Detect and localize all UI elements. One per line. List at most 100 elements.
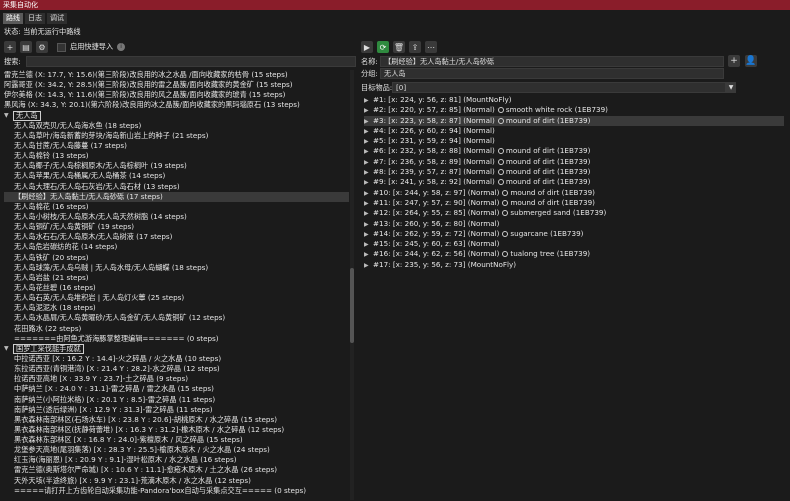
play-icon: ▶ [363, 42, 371, 52]
route-row[interactable]: 东拉诺西亚(青铜港湾) [X : 21.4 Y : 28.2]-水之碎晶 (12… [4, 364, 349, 374]
step-row[interactable]: ▶ #15: [x: 245, y: 60, z: 63] (Normal) [364, 239, 784, 249]
group-header-achievement[interactable]: ▼ 国罗工采伐能手成就 [4, 343, 349, 354]
route-row-selected[interactable]: 【刷经验】无人岛黏土/无人岛砂砾 (17 steps) [4, 191, 349, 202]
step-row[interactable]: ▶ #7: [x: 236, y: 58, z: 89] (Normal) moun… [364, 157, 784, 167]
import-button[interactable]: ▤ [20, 41, 32, 53]
step-marker: mound of dirt (1EB739) [505, 156, 591, 166]
group-input[interactable]: 无人岛 [380, 68, 724, 79]
step-marker: submerged sand (1EB739) [510, 208, 607, 218]
add-player-position-button[interactable]: 👤 [745, 55, 757, 67]
step-text: #15: [x: 245, y: 60, z: 63] (Normal) [373, 239, 500, 249]
step-text: #11: [x: 247, y: 57, z: 90] (Normal) [373, 197, 500, 207]
route-row[interactable]: 无人岛花丝碧 (16 steps) [4, 283, 349, 293]
route-row[interactable]: 黑衣森林东部林区 [X : 16.8 Y : 24.0]-紫檀原木 / 风之碎晶… [4, 435, 349, 445]
list-scrollbar-thumb[interactable] [350, 268, 354, 343]
auto-import-checkbox[interactable] [57, 42, 66, 52]
step-row[interactable]: ▶ #12: [x: 264, y: 55, z: 85] (Normal) sub… [364, 208, 784, 218]
info-icon[interactable]: i [117, 43, 126, 51]
step-text: #4: [x: 226, y: 60, z: 94] (Normal) [373, 125, 495, 135]
route-row[interactable]: 龙堡参天高地(尾羽集落) [X : 28.3 Y : 25.5]-榆原木原木 /… [4, 445, 349, 455]
name-input[interactable]: 【刷经验】无人岛黏土/无人岛砂砾 [380, 56, 724, 67]
tab-routes[interactable]: 路线 [3, 13, 23, 24]
route-row[interactable]: 无人岛泥泥水 (18 steps) [4, 303, 349, 313]
route-row[interactable]: 无人岛石英/无人岛堆积岩 | 无人岛灯火蕈 (25 steps) [4, 293, 349, 303]
route-row[interactable]: 无人岛危岩碳纺的花 (14 steps) [4, 242, 349, 252]
route-row[interactable]: 无人岛岩盐 (21 steps) [4, 273, 349, 283]
route-row[interactable]: 无人岛水晶屑/无人岛黄曜砂/无人岛金矿/无人岛黄铜矿 (12 steps) [4, 313, 349, 323]
step-row[interactable]: ▶ #14: [x: 262, y: 59, z: 72] (Normal) sug… [364, 229, 784, 239]
run-button[interactable]: ▶ [361, 41, 373, 53]
route-row[interactable]: 伊尔美格 (X: 14.3, Y: 11.6)(第三阶段)改良用的风之晶簇/面向… [4, 90, 349, 100]
route-row[interactable]: 雷克兰德 (X: 17.7, Y: 15.6)(第三阶段)改良用的冰之水晶 /面… [4, 70, 349, 80]
route-row[interactable]: 无人岛棉花 (16 steps) [4, 202, 349, 212]
more-button[interactable]: ⋯ [425, 41, 437, 53]
route-row[interactable]: 无人岛椰子/无人岛棕榈原木/无人岛棕榈叶 (19 steps) [4, 161, 349, 171]
step-row[interactable]: ▶ #6: [x: 232, y: 58, z: 88] (Normal) moun… [364, 146, 784, 156]
paste-icon: ▤ [22, 42, 30, 52]
delete-button[interactable]: 🗑 [393, 41, 405, 53]
refresh-icon: ⟳ [379, 42, 387, 52]
chevron-down-icon[interactable]: ▼ [726, 82, 736, 93]
route-row[interactable]: 拉诺西亚高地 [X : 33.9 Y : 23.7]-土之碎晶 (9 steps… [4, 374, 349, 384]
settings-button[interactable]: ⚙ [36, 41, 48, 53]
route-row[interactable]: =======由阿鱼尤游海豚掌整理编辑======= (0 steps) [4, 334, 349, 344]
tab-bar: 路线 日志 调试 [0, 13, 67, 24]
route-row[interactable]: 无人岛苹果/无人岛桶属/无人岛桶茶 (14 steps) [4, 171, 349, 181]
step-row[interactable]: ▶ #5: [x: 231, y: 59, z: 94] (Normal) [364, 136, 784, 146]
route-row[interactable]: 红玉海(海丽恩) [X : 20.9 Y : 9.1]-湿叶松原木 / 水之水晶… [4, 455, 349, 465]
route-row[interactable]: 黑风海 (X: 34.3, Y: 20.1)(第六阶段)改良用的冰之晶簇/面向收… [4, 100, 349, 110]
route-row[interactable]: 阿露哥亚 (X: 34.2, Y: 28.5)(第三阶段)改良用的雷之晶簇/面向… [4, 80, 349, 90]
route-row[interactable]: 黑衣森林南部林区(抚静荷蕾堆) [X : 16.3 Y : 31.2]-橡木原木… [4, 425, 349, 435]
group-header-island[interactable]: ▼ 无人岛 [4, 110, 349, 121]
step-row[interactable]: ▶ #2: [x: 220, y: 57, z: 85] (Normal) smoo… [364, 105, 784, 115]
step-row[interactable]: ▶ #9: [x: 241, y: 58, z: 92] (Normal) moun… [364, 177, 784, 187]
route-row[interactable]: 无人岛草叶/海岛新蓄的芽块/海岛新山岩上的种子 (21 steps) [4, 131, 349, 141]
route-row[interactable]: 南萨纳兰(透后绿洲) [X : 12.9 Y : 31.3]-雷之碎晶 (11 … [4, 405, 349, 415]
route-row[interactable]: 无人岛铜矿/无人岛黄铜矿 (19 steps) [4, 222, 349, 232]
route-row[interactable]: 中萨纳兰 [X : 24.0 Y : 31.1]-雷之碎晶 / 雷之水晶 (15… [4, 384, 349, 394]
route-row[interactable]: 无人岛棉铃 (13 steps) [4, 151, 349, 161]
step-row[interactable]: ▶ #4: [x: 226, y: 60, z: 94] (Normal) [364, 126, 784, 136]
add-route-button[interactable]: + [4, 41, 16, 53]
tab-debug[interactable]: 调试 [47, 13, 67, 24]
route-row[interactable]: 无人岛双壳贝/无人岛海水鱼 (18 steps) [4, 121, 349, 131]
route-row[interactable]: 无人岛小树枝/无人岛原木/无人岛天然树脂 (14 steps) [4, 212, 349, 222]
route-row[interactable]: 南萨纳兰(小阿拉米格) [X : 20.1 Y : 8.5]-雷之碎晶 (11 … [4, 395, 349, 405]
route-row[interactable]: 无人岛水石石/无人岛原木/无人岛树液 (17 steps) [4, 232, 349, 242]
export-button[interactable]: ⇪ [409, 41, 421, 53]
route-row[interactable]: 雷克兰德(奥斯塔尔严命城) [X : 10.6 Y : 11.1]-愈疮木原木 … [4, 465, 349, 475]
step-text: #16: [x: 244, y: 62, z: 56] (Normal) [373, 249, 500, 259]
window-title: 采集自动化 [3, 1, 38, 9]
route-row[interactable]: 无人岛铁矿 (20 steps) [4, 253, 349, 263]
step-text: #5: [x: 231, y: 59, z: 94] (Normal) [373, 136, 495, 146]
step-row[interactable]: ▶ #8: [x: 239, y: 57, z: 87] (Normal) moun… [364, 167, 784, 177]
route-row[interactable]: 中拉诺西亚 [X : 16.2 Y : 14.4]-火之碎晶 / 火之水晶 (1… [4, 354, 349, 364]
step-row[interactable]: ▶ #13: [x: 260, y: 56, z: 80] (Normal) [364, 219, 784, 229]
search-input[interactable] [26, 56, 356, 67]
step-row[interactable]: ▶ #11: [x: 247, y: 57, z: 90] (Normal) mou… [364, 198, 784, 208]
route-row[interactable]: 无人岛球藻/无人岛乌贼 | 无人岛水母/无人岛蝴蝶 (18 steps) [4, 263, 349, 273]
step-text: #7: [x: 236, y: 58, z: 89] (Normal) [373, 156, 495, 166]
route-row[interactable]: 天外天垓(半途终旅) [X : 9.9 Y : 23.1]-荒滴木原木 / 水之… [4, 476, 349, 486]
route-row[interactable]: 无人岛甘蔗/无人岛藤蔓 (17 steps) [4, 141, 349, 151]
target-select[interactable]: [0] [392, 82, 726, 93]
step-row-selected[interactable]: ▶ #3: [x: 223, y: 58, z: 87] (Normal) moun… [364, 115, 784, 126]
node-marker-icon [502, 199, 509, 206]
add-step-button[interactable]: + [728, 55, 740, 67]
step-text: #13: [x: 260, y: 56, z: 80] (Normal) [373, 218, 500, 228]
route-row[interactable]: 无人岛大理石/无人岛石灰岩/无人岛石材 (13 steps) [4, 182, 349, 192]
node-marker-icon [497, 179, 504, 186]
plus-icon: + [730, 56, 738, 66]
step-row[interactable]: ▶ #17: [x: 235, y: 56, z: 73] (MountNoFly… [364, 260, 784, 270]
route-row[interactable]: =====请打开上方齿轮自动采集功能-Pandora'box自动与采集点交互==… [4, 486, 349, 496]
node-marker-icon [502, 189, 509, 196]
step-row[interactable]: ▶ #16: [x: 244, y: 62, z: 56] (Normal) tua… [364, 249, 784, 259]
more-icon: ⋯ [427, 42, 435, 52]
refresh-button[interactable]: ⟳ [377, 41, 389, 53]
tab-log[interactable]: 日志 [25, 13, 45, 24]
step-row[interactable]: ▶ #1: [x: 224, y: 56, z: 81] (MountNoFly) [364, 95, 784, 105]
step-text: #10: [x: 244, y: 58, z: 97] (Normal) [373, 187, 500, 197]
step-row[interactable]: ▶ #10: [x: 244, y: 58, z: 97] (Normal) mou… [364, 188, 784, 198]
route-row[interactable]: 黑衣森林南部林区(石场水车) [X : 23.8 Y : 20.6]-胡桃原木 … [4, 415, 349, 425]
route-row[interactable]: 花田路水 (22 steps) [4, 324, 349, 334]
